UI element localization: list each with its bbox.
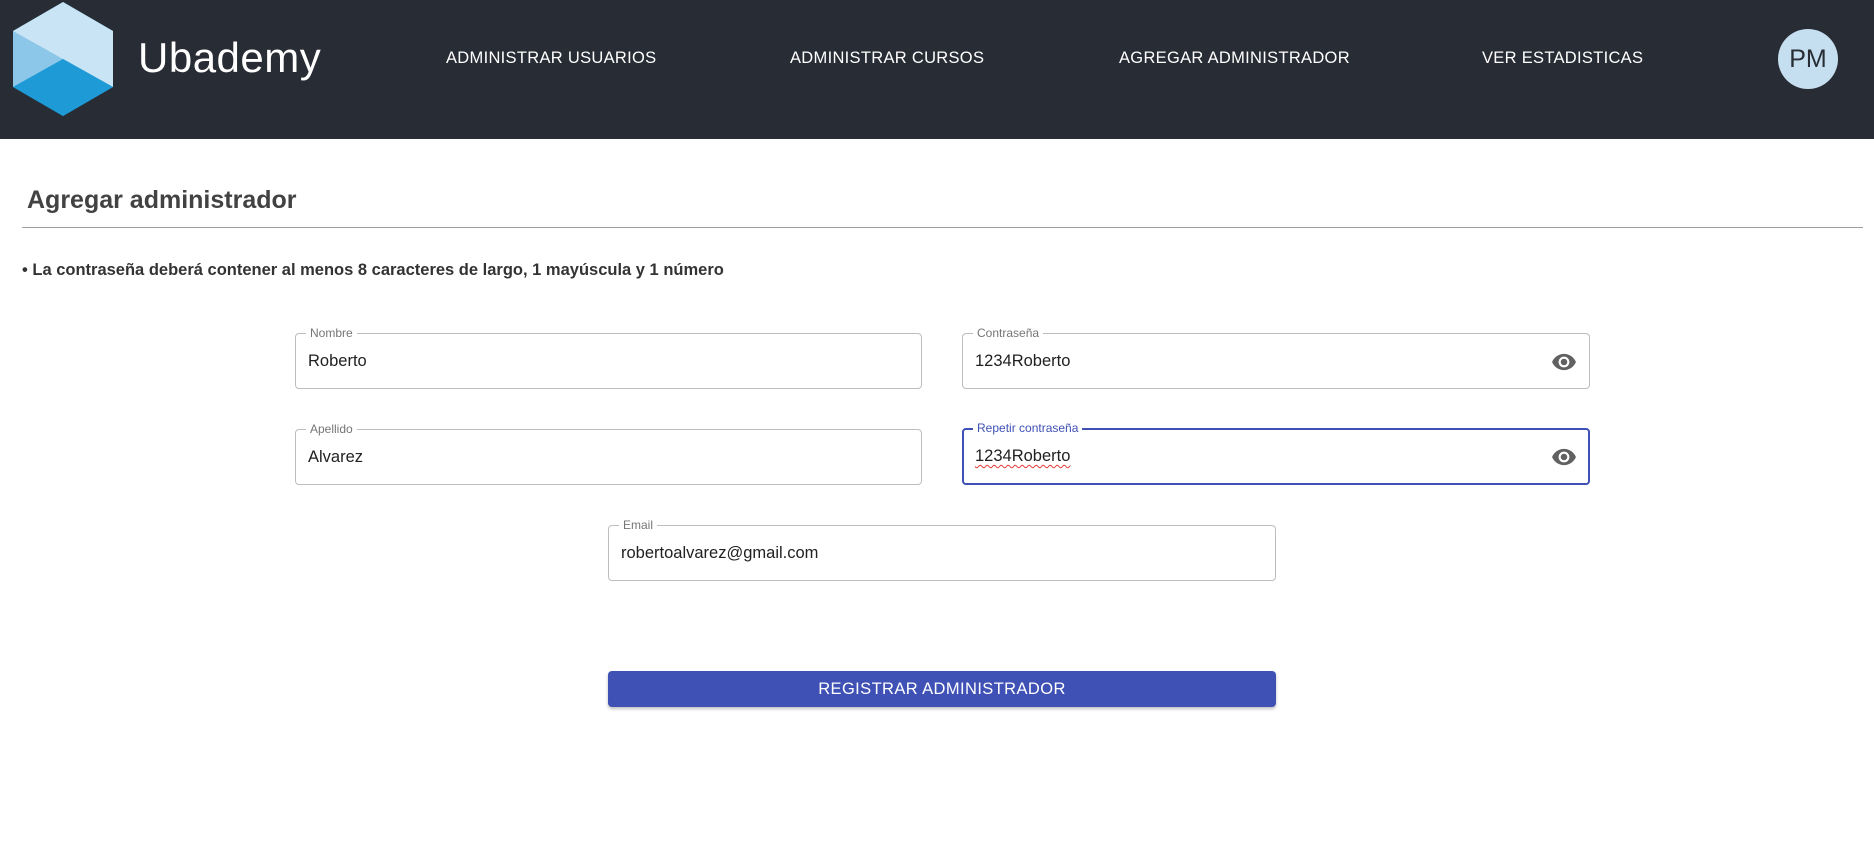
apellido-field[interactable]: Apellido [295,421,922,485]
ubademy-logo-icon[interactable] [12,1,114,117]
email-input[interactable] [621,543,1225,563]
eye-icon[interactable] [1551,444,1577,470]
contrasena-field[interactable]: Contraseña [962,325,1590,389]
page-title: Agregar administrador [27,186,297,214]
repetir-contrasena-label: Repetir contraseña [973,420,1083,436]
password-requirements-hint: • La contraseña deberá contener al menos… [22,261,724,279]
contrasena-input[interactable] [975,351,1539,371]
nav-administrar-usuarios[interactable]: ADMINISTRAR USUARIOS [446,49,656,68]
nav-agregar-administrador[interactable]: AGREGAR ADMINISTRADOR [1119,49,1350,68]
top-navbar: Ubademy ADMINISTRAR USUARIOS ADMINISTRAR… [0,0,1874,139]
apellido-label: Apellido [306,421,357,437]
email-field[interactable]: Email [608,517,1276,581]
title-divider [22,227,1863,228]
apellido-input[interactable] [308,447,871,467]
repetir-contrasena-field[interactable]: Repetir contraseña 1234Roberto [962,420,1590,485]
nombre-field[interactable]: Nombre [295,325,922,389]
nav-administrar-cursos[interactable]: ADMINISTRAR CURSOS [790,49,984,68]
nombre-label: Nombre [306,325,357,341]
user-avatar[interactable]: PM [1778,29,1838,89]
registrar-administrador-button[interactable]: REGISTRAR ADMINISTRADOR [608,671,1276,707]
nombre-input[interactable] [308,351,871,371]
contrasena-label: Contraseña [973,325,1044,341]
nav-ver-estadisticas[interactable]: VER ESTADISTICAS [1482,49,1643,68]
repetir-contrasena-input[interactable]: 1234Roberto [975,446,1070,466]
brand-name[interactable]: Ubademy [138,34,321,82]
eye-icon[interactable] [1551,349,1577,375]
email-label: Email [619,517,658,533]
